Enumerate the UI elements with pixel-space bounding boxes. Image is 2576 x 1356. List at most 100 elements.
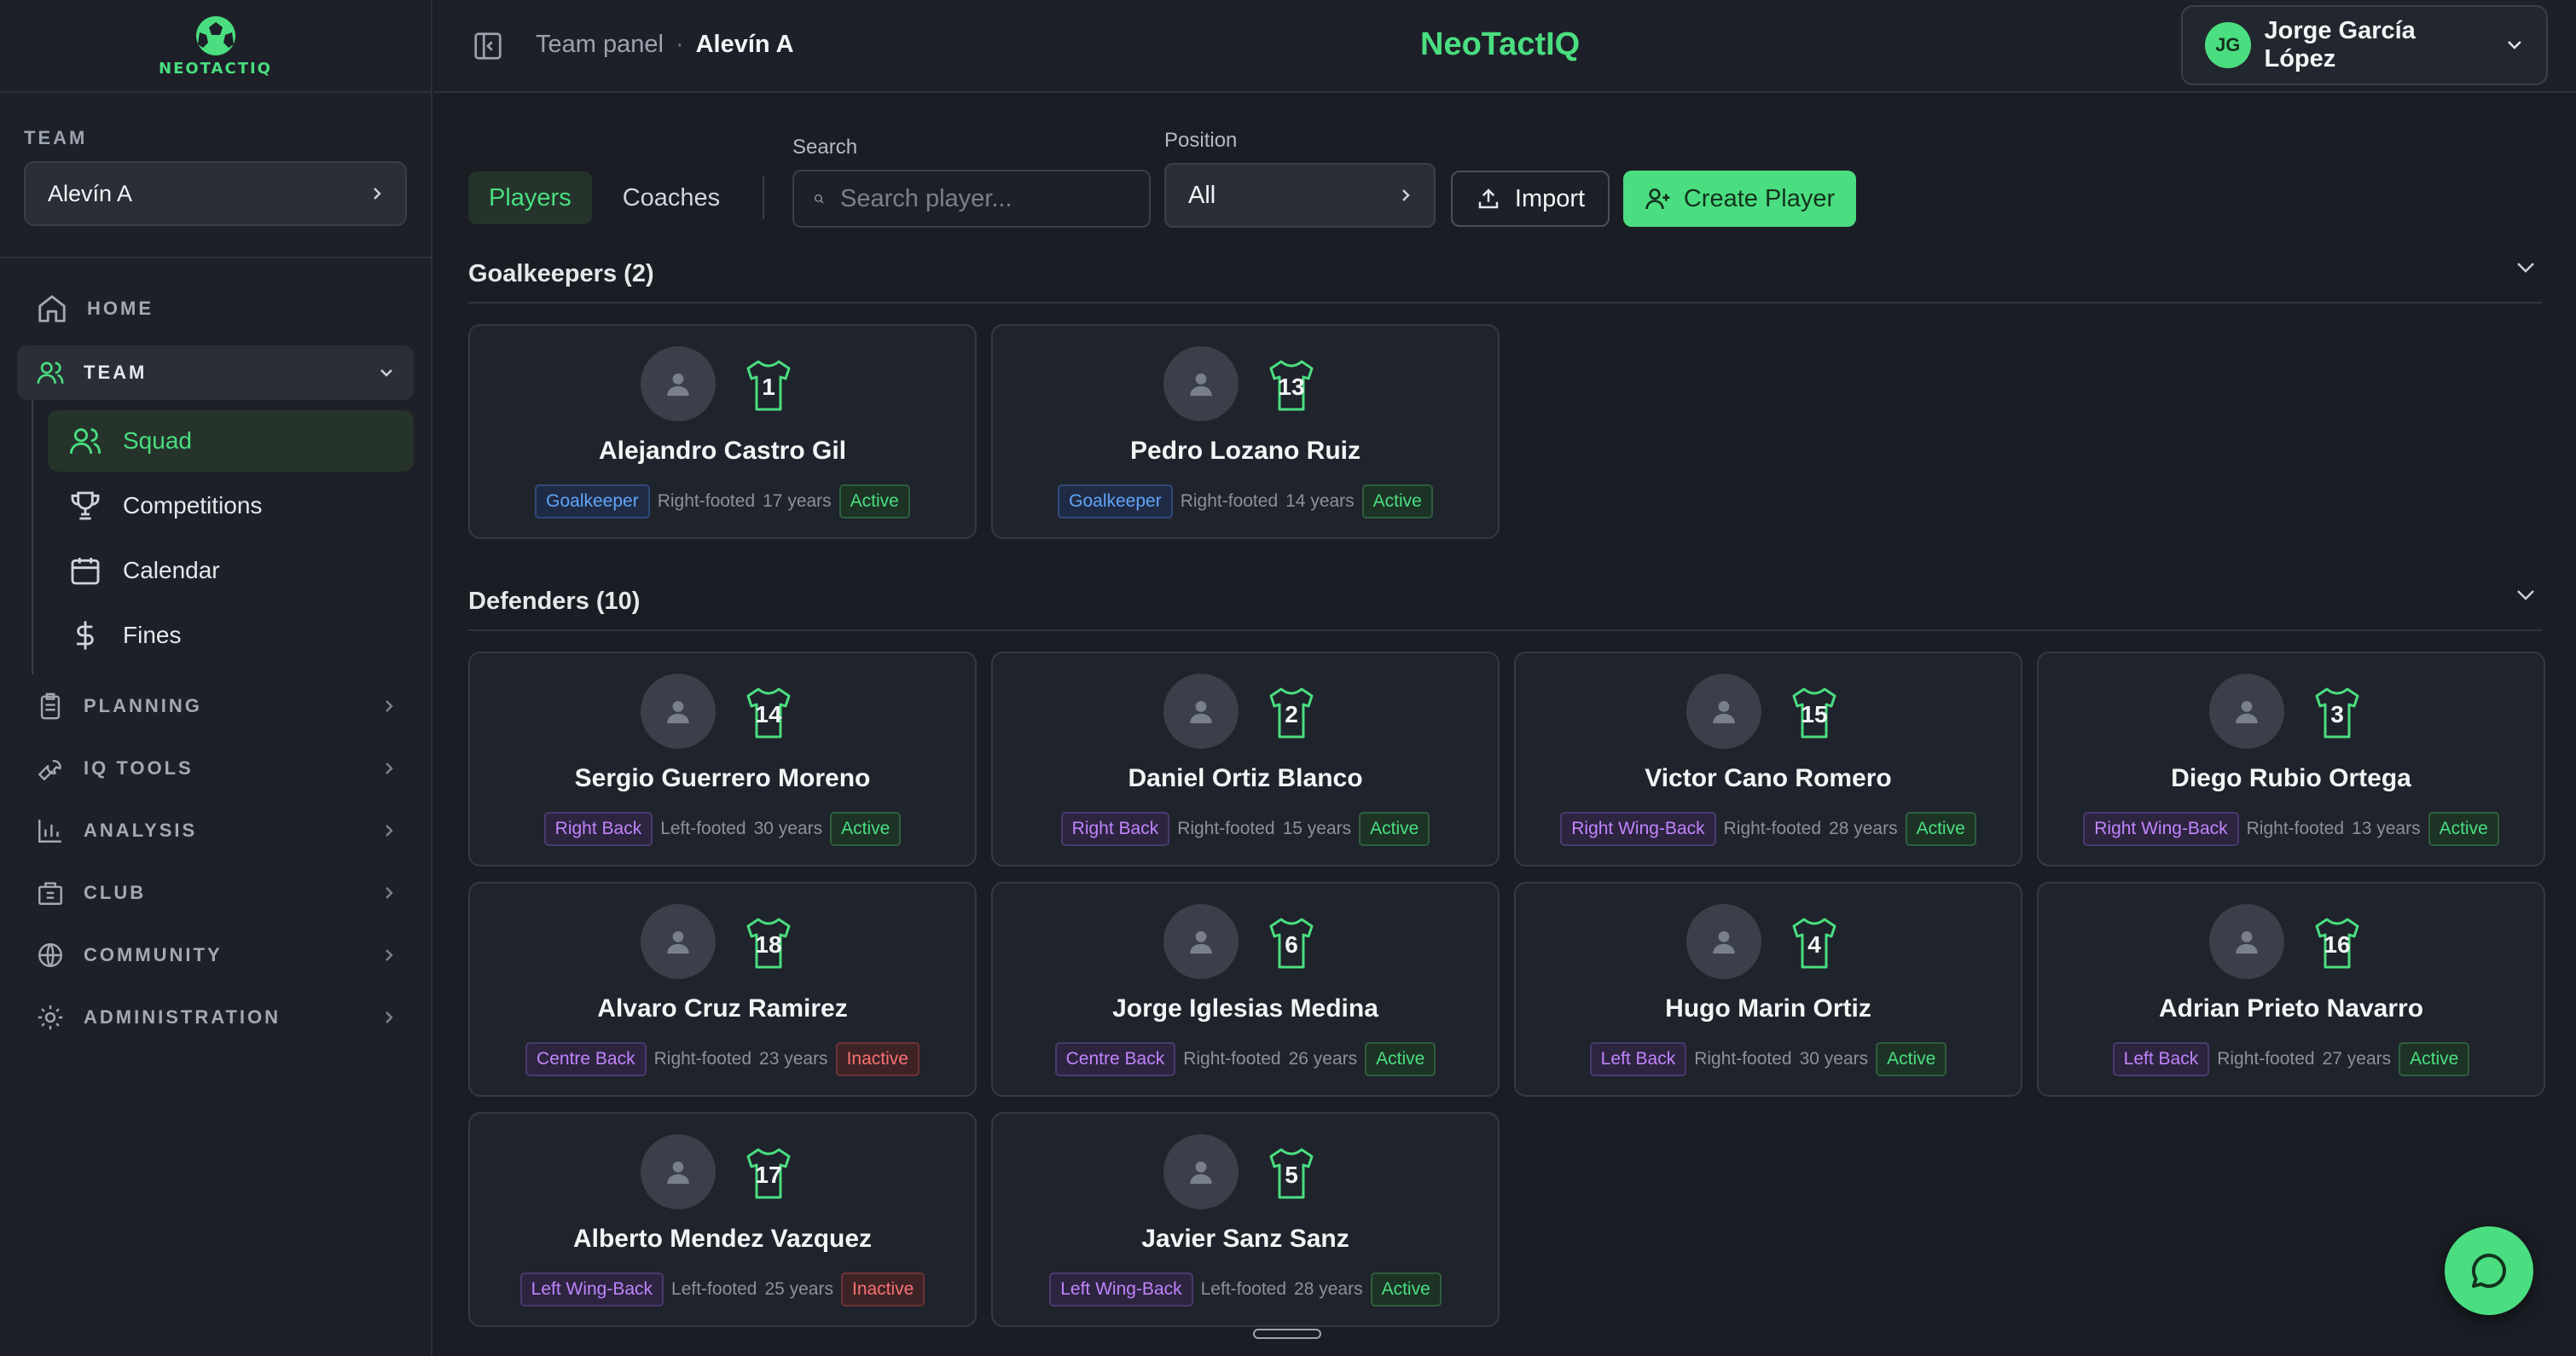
import-label: Import — [1514, 184, 1586, 212]
player-meta: Centre Back Right-footed 23 years Inactive — [470, 1042, 975, 1076]
jersey-number-text: 5 — [1285, 1162, 1298, 1188]
jersey-number-text: 15 — [1801, 701, 1828, 727]
logo[interactable]: NEOTACTIQ — [0, 0, 431, 93]
breadcrumb-separator: · — [675, 31, 684, 58]
main-content: Players Coaches Search Position All Impo… — [434, 95, 2576, 1356]
create-player-label: Create Player — [1683, 184, 1836, 212]
player-card[interactable]: 4 Hugo Marin Ortiz Left Back Right-footed 30… — [1514, 882, 2022, 1097]
player-name: Sergio Guerrero Moreno — [574, 764, 871, 792]
preferred-foot: Right-footed — [1694, 1049, 1792, 1069]
position-badge: Left Back — [2112, 1042, 2210, 1076]
player-card[interactable]: 2 Daniel Ortiz Blanco Right Back Right-foot… — [991, 652, 1500, 866]
import-button[interactable]: Import — [1451, 171, 1610, 227]
player-meta: Right Back Left-footed 30 years Active — [470, 812, 975, 846]
player-name: Adrian Prieto Navarro — [2158, 994, 2424, 1023]
chevron-down-icon — [2517, 263, 2534, 273]
player-age: 28 years — [1294, 1279, 1363, 1299]
sidebar-item-calendar[interactable]: Calendar — [48, 540, 414, 601]
player-card[interactable]: 17 Alberto Mendez Vazquez Left Wing-Back Le… — [468, 1112, 977, 1327]
sidebar-item-community[interactable]: COMMUNITY — [17, 924, 414, 986]
sidebar-item-home[interactable]: HOME — [17, 282, 414, 335]
player-name: Javier Sanz Sanz — [1141, 1225, 1349, 1253]
chat-button[interactable] — [2445, 1226, 2533, 1315]
tab-coaches[interactable]: Coaches — [602, 171, 740, 224]
player-card[interactable]: 6 Jorge Iglesias Medina Centre Back Right-f… — [991, 882, 1500, 1097]
preferred-foot: Left-footed — [671, 1279, 757, 1299]
sub-item-label: Squad — [123, 427, 192, 454]
sidebar-item-label: ANALYSIS — [84, 819, 198, 841]
sidebar-item-squad[interactable]: Squad — [48, 410, 414, 472]
section-header-goalkeepers[interactable]: Goalkeepers (2) — [468, 252, 2542, 304]
sidebar-item-club[interactable]: CLUB — [17, 861, 414, 924]
sidebar-item-competitions[interactable]: Competitions — [48, 475, 414, 536]
add-user-icon — [1645, 188, 1670, 210]
chevron-right-icon — [386, 762, 393, 774]
player-card[interactable]: 15 Victor Cano Romero Right Wing-Back Right… — [1514, 652, 2022, 866]
jersey-number: 13 — [1266, 358, 1317, 413]
player-meta: Goalkeeper Right-footed 17 years Active — [470, 484, 975, 519]
player-card[interactable]: 1 Alejandro Castro Gil Goalkeeper Right-foo… — [468, 324, 977, 539]
search-input[interactable] — [840, 184, 1130, 213]
collapse-sidebar-button[interactable] — [472, 30, 504, 62]
breadcrumb-team-panel[interactable]: Team panel — [536, 31, 664, 59]
preferred-foot: Right-footed — [657, 491, 756, 511]
wrench-icon — [38, 759, 61, 780]
jersey-number-text: 4 — [1807, 931, 1821, 958]
sidebar-item-administration[interactable]: ADMINISTRATION — [17, 986, 414, 1048]
section-header-defenders[interactable]: Defenders (10) — [468, 580, 2542, 631]
player-card[interactable]: 13 Pedro Lozano Ruiz Goalkeeper Right-foote… — [991, 324, 1500, 539]
sidebar-nav: HOME TEAM Squad Competitions Calendar Fi… — [0, 258, 431, 1072]
user-placeholder-icon — [667, 1161, 689, 1185]
player-card[interactable]: 18 Alvaro Cruz Ramirez Centre Back Right-fo… — [468, 882, 977, 1097]
settings-icon — [38, 1005, 63, 1029]
soccer-ball-logo-icon — [195, 16, 235, 55]
position-badge: Right Wing-Back — [1560, 812, 1716, 846]
home-icon — [38, 295, 66, 322]
team-select-value: Alevín A — [48, 180, 133, 206]
player-card[interactable]: 14 Sergio Guerrero Moreno Right Back Left-f… — [468, 652, 977, 866]
position-badge: Centre Back — [525, 1042, 647, 1076]
create-player-button[interactable]: Create Player — [1623, 171, 1856, 227]
sidebar-item-analysis[interactable]: ANALYSIS — [17, 799, 414, 861]
position-select[interactable]: All — [1164, 163, 1436, 228]
player-age: 14 years — [1285, 491, 1355, 511]
player-card[interactable]: 5 Javier Sanz Sanz Left Wing-Back Left-foot… — [991, 1112, 1500, 1327]
player-card[interactable]: 16 Adrian Prieto Navarro Left Back Right-fo… — [2037, 882, 2545, 1097]
player-card[interactable]: 3 Diego Rubio Ortega Right Wing-Back Right-… — [2037, 652, 2545, 866]
position-badge: Right Back — [543, 812, 653, 846]
status-badge: Active — [1370, 1272, 1442, 1307]
users-icon — [37, 362, 64, 384]
user-placeholder-icon — [667, 930, 689, 954]
sidebar-item-team[interactable]: TEAM — [17, 345, 414, 400]
player-name: Alberto Mendez Vazquez — [572, 1225, 873, 1253]
player-meta: Left Wing-Back Left-footed 25 years Inactiv… — [470, 1272, 975, 1307]
jersey-number-text: 14 — [755, 701, 782, 727]
jersey-number-text: 17 — [755, 1162, 782, 1188]
scroll-handle[interactable] — [1253, 1329, 1321, 1339]
player-avatar — [641, 674, 716, 749]
sidebar-item-fines[interactable]: Fines — [48, 605, 414, 666]
team-select[interactable]: Alevín A — [24, 161, 407, 226]
user-placeholder-icon — [1713, 930, 1735, 954]
top-header: Team panel · Alevín A NeoTactIQ JG Jorge… — [434, 0, 2576, 93]
jersey-number: 2 — [1266, 686, 1317, 740]
player-age: 25 years — [764, 1279, 833, 1299]
team-label: TEAM — [24, 127, 88, 148]
sidebar-item-planning[interactable]: PLANNING — [17, 675, 414, 737]
jersey-number: 3 — [2312, 686, 2363, 740]
sidebar-item-iq-tools[interactable]: IQ TOOLS — [17, 737, 414, 799]
position-badge: Right Wing-Back — [2083, 812, 2239, 846]
player-avatar — [1686, 674, 1761, 749]
user-placeholder-icon — [1190, 930, 1212, 954]
tab-players[interactable]: Players — [468, 171, 592, 224]
calendar-icon — [71, 558, 100, 585]
chevron-right-icon — [1402, 189, 1410, 201]
preferred-foot: Right-footed — [1180, 491, 1279, 511]
sidebar-item-label: ADMINISTRATION — [84, 1005, 281, 1028]
user-menu[interactable]: JG Jorge García López — [2181, 5, 2548, 85]
user-placeholder-icon — [1713, 700, 1735, 724]
sidebar-item-label: HOME — [87, 298, 154, 319]
player-name: Hugo Marin Ortiz — [1665, 994, 1871, 1023]
jersey-number: 17 — [743, 1146, 794, 1201]
player-meta: Left Wing-Back Left-footed 28 years Active — [993, 1272, 1498, 1307]
